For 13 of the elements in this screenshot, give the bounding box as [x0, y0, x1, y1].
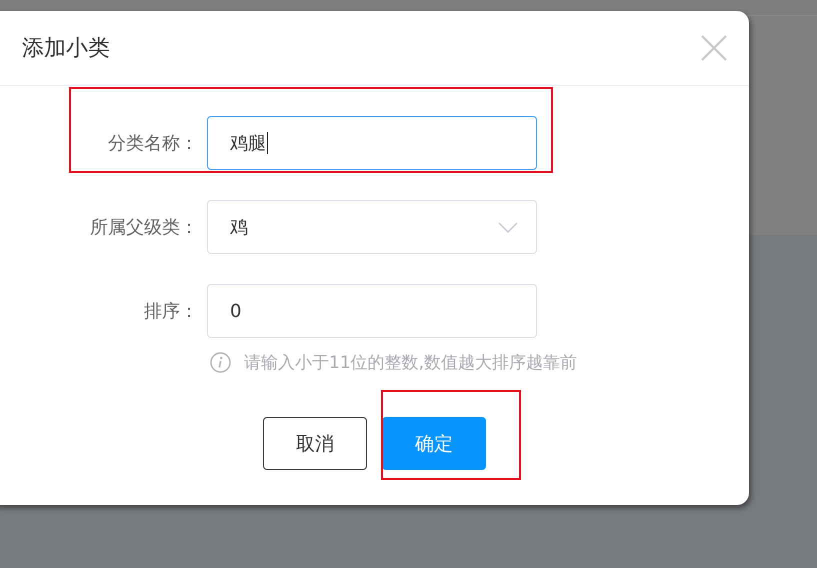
text-caret: [267, 132, 268, 154]
field-label: 分类名称：: [107, 132, 199, 155]
input-field[interactable]: 鸡腿: [207, 116, 537, 170]
field-label: 所属父级类：: [89, 216, 199, 239]
hint-text: 请输入小于11位的整数,数值越大排序越靠前: [244, 352, 578, 374]
chevron-down-icon: [498, 222, 518, 232]
dialog-title: 添加小类: [22, 35, 111, 63]
field-label: 排序：: [143, 300, 199, 323]
select-field[interactable]: 鸡: [207, 200, 537, 254]
info-icon: [210, 352, 231, 373]
close-icon[interactable]: [701, 35, 727, 61]
cancel-button[interactable]: 取消: [263, 417, 367, 470]
input-field[interactable]: 0: [207, 284, 537, 338]
